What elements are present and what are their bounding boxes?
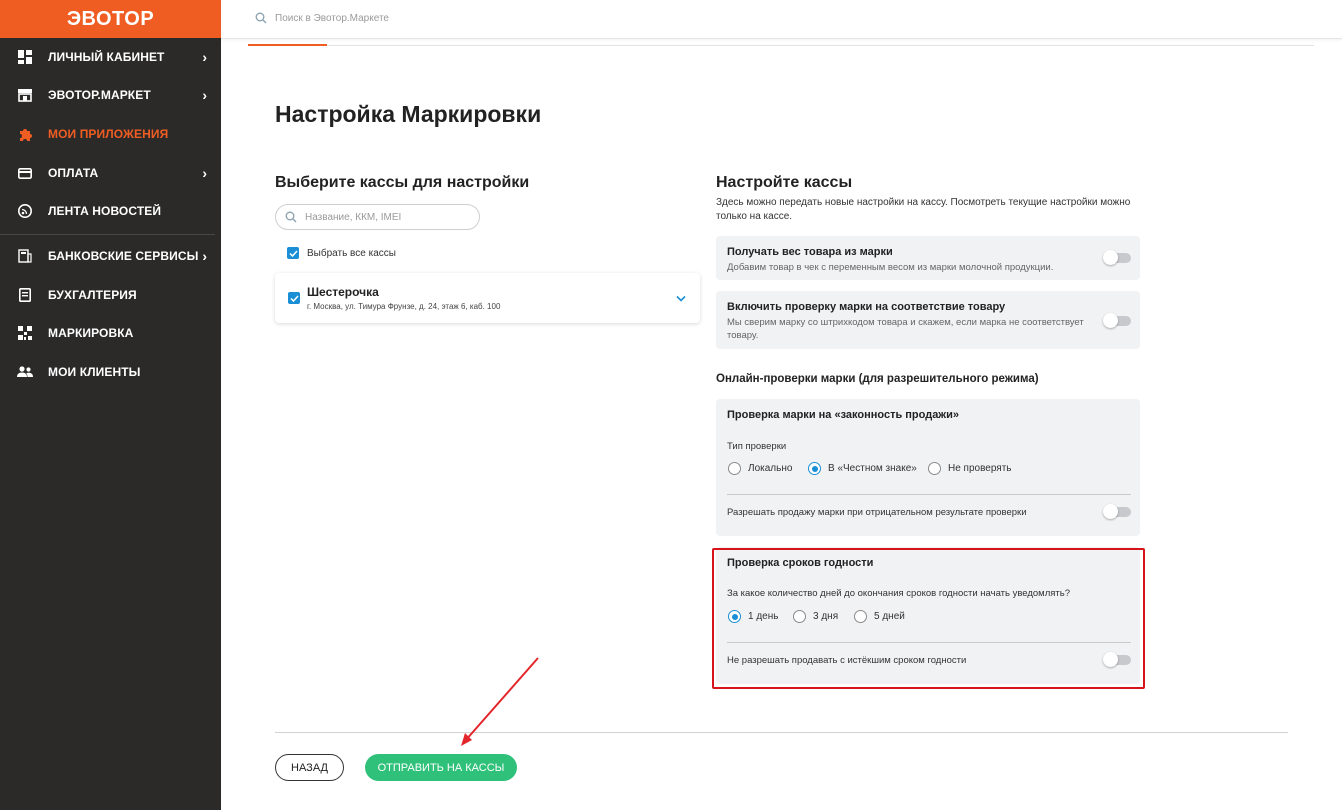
- toggle-knob: [1103, 250, 1118, 265]
- weight-setting-card: Получать вес товара из марки Добавим тов…: [716, 236, 1140, 280]
- sidebar-item-bank-services[interactable]: БАНКОВСКИЕ СЕРВИСЫ ›: [0, 238, 221, 274]
- radio-local[interactable]: Локально: [728, 462, 792, 475]
- logo-bar[interactable]: ЭВОТОР: [0, 0, 221, 38]
- highlight-frame: [712, 548, 1145, 689]
- toggle-knob: [1103, 504, 1118, 519]
- radio-button[interactable]: [728, 462, 741, 475]
- sidebar-item-label: МОИ ПРИЛОЖЕНИЯ: [48, 127, 169, 141]
- sidebar-item-label: БУХГАЛТЕРИЯ: [48, 288, 137, 302]
- match-setting-subtitle: Мы сверим марку со штрихкодом товара и с…: [727, 317, 1084, 341]
- footer-divider: [275, 732, 1288, 733]
- configure-description: Здесь можно передать новые настройки на …: [716, 197, 1131, 222]
- bank-icon: [17, 248, 33, 264]
- qr-icon: [17, 325, 33, 341]
- kassa-address: г. Москва, ул. Тимура Фрунзе, д. 24, эта…: [307, 302, 501, 311]
- sidebar-item-accounting[interactable]: БУХГАЛТЕРИЯ: [0, 277, 221, 313]
- configure-kassas-title: Настройте кассы: [716, 174, 853, 191]
- radio-honest-sign-label: В «Честном знаке»: [828, 463, 917, 474]
- kassa-search-input[interactable]: Название, ККМ, IMEI: [275, 204, 480, 230]
- chevron-right-icon: ›: [202, 165, 207, 181]
- check-icon: [288, 249, 298, 257]
- kassa-name: Шестерочка: [307, 285, 379, 299]
- send-to-kassas-button[interactable]: ОТПРАВИТЬ НА КАССЫ: [365, 754, 517, 781]
- select-all-label: Выбрать все кассы: [307, 247, 396, 259]
- card-divider: [727, 494, 1131, 495]
- select-all-checkbox-row[interactable]: Выбрать все кассы: [287, 247, 396, 259]
- radio-no-check[interactable]: Не проверять: [928, 462, 1012, 475]
- weight-setting-title: Получать вес товара из марки: [727, 246, 893, 258]
- weight-setting-subtitle: Добавим товар в чек с переменным весом и…: [727, 262, 1054, 273]
- radio-button[interactable]: [928, 462, 941, 475]
- puzzle-icon: [17, 126, 33, 142]
- online-checks-heading: Онлайн-проверки марки (для разрешительно…: [716, 373, 1039, 385]
- sidebar-item-label: ЭВОТОР.МАРКЕТ: [48, 88, 151, 102]
- radio-no-check-label: Не проверять: [948, 463, 1012, 474]
- radio-honest-sign[interactable]: В «Честном знаке»: [808, 462, 917, 475]
- dashboard-icon: [17, 49, 33, 65]
- store-icon: [17, 87, 33, 103]
- annotation-arrow-icon: [461, 657, 539, 746]
- kassa-card[interactable]: Шестерочка г. Москва, ул. Тимура Фрунзе,…: [275, 273, 700, 323]
- legality-card: Проверка марки на «законность продажи» Т…: [716, 399, 1140, 536]
- sidebar-item-label: ЛЕНТА НОВОСТЕЙ: [48, 204, 162, 218]
- select-kassas-title: Выберите кассы для настройки: [275, 174, 530, 191]
- radio-local-label: Локально: [748, 463, 793, 474]
- sidebar-item-market[interactable]: ЭВОТОР.МАРКЕТ ›: [0, 77, 221, 113]
- market-search-placeholder[interactable]: Поиск в Эвотор.Маркете: [275, 13, 389, 24]
- ledger-icon: [17, 287, 33, 303]
- select-all-checkbox[interactable]: [287, 247, 299, 259]
- chevron-down-icon[interactable]: [676, 289, 686, 307]
- page-title: Настройка Маркировки: [275, 101, 542, 127]
- sidebar-item-label: ОПЛАТА: [48, 166, 99, 180]
- weight-toggle[interactable]: [1103, 250, 1131, 265]
- check-icon: [289, 294, 299, 302]
- toggle-knob: [1103, 313, 1118, 328]
- chevron-right-icon: ›: [202, 49, 207, 65]
- sidebar-item-my-clients[interactable]: МОИ КЛИЕНТЫ: [0, 354, 221, 390]
- active-tab-indicator: [248, 44, 327, 46]
- chevron-right-icon: ›: [202, 248, 207, 264]
- radio-button[interactable]: [808, 462, 821, 475]
- sidebar-item-payment[interactable]: ОПЛАТА ›: [0, 155, 221, 191]
- search-icon: [255, 12, 267, 24]
- card-icon: [17, 165, 33, 181]
- search-icon: [285, 211, 297, 223]
- sidebar-item-label: МОИ КЛИЕНТЫ: [48, 365, 141, 379]
- kassa-checkbox[interactable]: [288, 292, 300, 304]
- evotor-logo[interactable]: ЭВОТОР: [67, 8, 154, 31]
- users-icon: [17, 364, 33, 380]
- sidebar-item-label: ЛИЧНЫЙ КАБИНЕТ: [48, 50, 165, 64]
- tab-divider: [327, 45, 1314, 46]
- sidebar-item-marking[interactable]: МАРКИРОВКА: [0, 315, 221, 351]
- sidebar-item-label: МАРКИРОВКА: [48, 326, 134, 340]
- sidebar-item-news[interactable]: ЛЕНТА НОВОСТЕЙ: [0, 193, 221, 229]
- sidebar: ЭВОТОР ЛИЧНЫЙ КАБИНЕТ › ЭВОТОР.МАРКЕТ › …: [0, 0, 221, 810]
- news-icon: [17, 203, 33, 219]
- market-search[interactable]: Поиск в Эвотор.Маркете: [255, 12, 389, 24]
- match-setting-title: Включить проверку марки на соответствие …: [727, 301, 1006, 313]
- top-bar: Поиск в Эвотор.Маркете: [221, 0, 1342, 39]
- sidebar-item-personal-account[interactable]: ЛИЧНЫЙ КАБИНЕТ ›: [0, 39, 221, 75]
- sidebar-item-label: БАНКОВСКИЕ СЕРВИСЫ: [48, 249, 199, 263]
- match-setting-card: Включить проверку марки на соответствие …: [716, 291, 1140, 349]
- match-toggle[interactable]: [1103, 313, 1131, 328]
- allow-negative-label: Разрешать продажу марки при отрицательно…: [727, 507, 1027, 518]
- sidebar-item-my-apps[interactable]: МОИ ПРИЛОЖЕНИЯ: [0, 116, 221, 152]
- sidebar-divider: [0, 234, 215, 235]
- allow-negative-toggle[interactable]: [1103, 504, 1131, 519]
- kassa-search-placeholder: Название, ККМ, IMEI: [305, 211, 402, 223]
- chevron-right-icon: ›: [202, 87, 207, 103]
- back-button[interactable]: НАЗАД: [275, 754, 344, 781]
- legality-title: Проверка марки на «законность продажи»: [727, 409, 959, 421]
- check-type-label: Тип проверки: [727, 441, 787, 452]
